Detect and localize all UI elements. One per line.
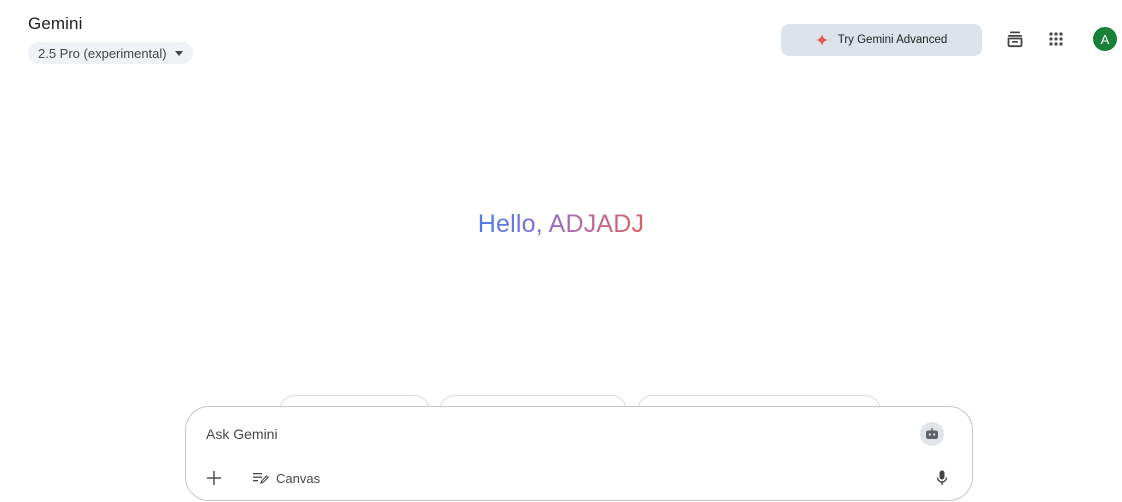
canvas-icon <box>253 473 269 484</box>
apps-grid-icon[interactable] <box>1045 28 1067 50</box>
try-gemini-advanced-label: Try Gemini Advanced <box>837 34 948 46</box>
library-icon[interactable] <box>1004 28 1026 50</box>
app-title: Gemini <box>28 14 83 33</box>
model-picker-label: 2.5 Pro (experimental) <box>38 45 167 61</box>
try-gemini-advanced-button[interactable]: Try Gemini Advanced <box>781 24 982 56</box>
plus-icon <box>207 471 221 485</box>
bot-icon <box>926 428 938 439</box>
mic-icon <box>936 470 948 485</box>
canvas-label: Canvas <box>276 470 321 486</box>
avatar-initial: A <box>1100 31 1110 47</box>
gemini-page: Gemini 2.5 Pro (experimental) Try Gemini… <box>0 0 1122 502</box>
canvas-button[interactable]: Canvas <box>253 469 320 487</box>
caret-down-icon <box>174 50 183 56</box>
avatar[interactable]: A <box>1093 27 1117 51</box>
greeting-text: Hello, ADJADJ <box>477 210 645 238</box>
bot-button[interactable] <box>920 422 944 446</box>
greeting: Hello, ADJADJ <box>0 210 1122 239</box>
prompt-input[interactable]: Ask Gemini <box>206 426 278 442</box>
add-button[interactable] <box>205 469 223 487</box>
spark-icon <box>815 34 828 46</box>
mic-button[interactable] <box>934 468 950 488</box>
model-picker[interactable]: 2.5 Pro (experimental) <box>28 42 193 64</box>
